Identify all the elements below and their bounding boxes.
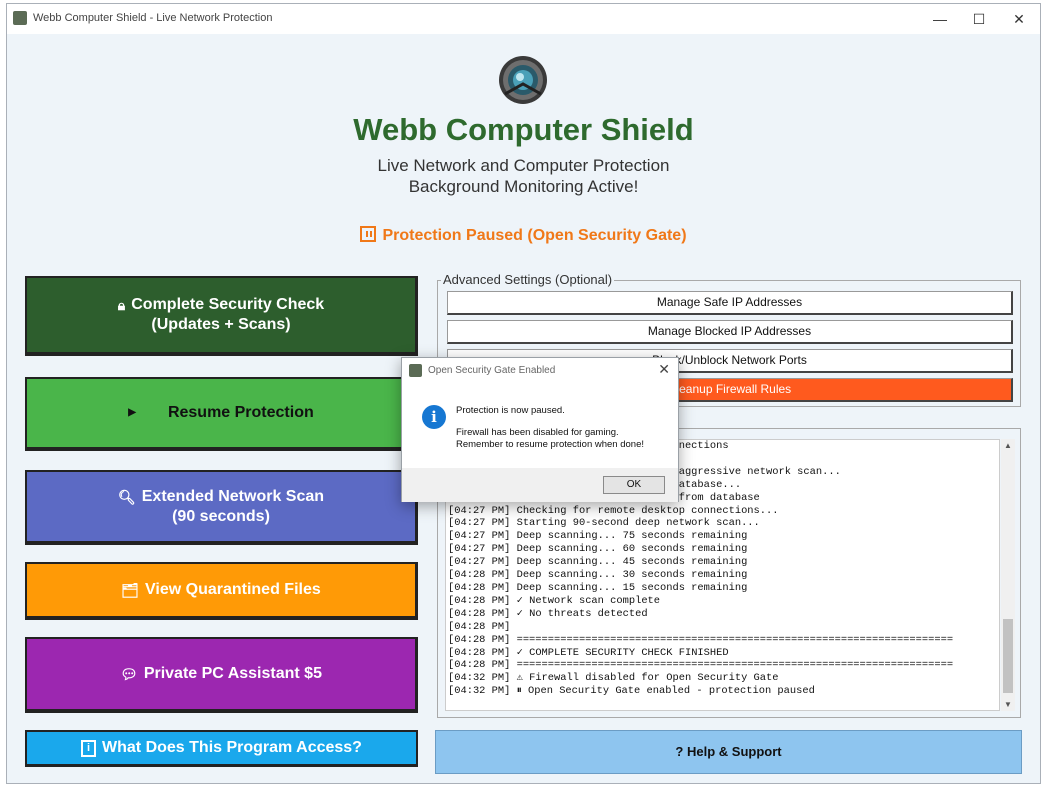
dialog-ok-button[interactable]: OK	[603, 476, 665, 494]
lock-icon: 🔒︎	[117, 297, 126, 313]
access-label: What Does This Program Access?	[102, 739, 362, 756]
log-line: [04:28 PM] Deep scanning... 15 seconds r…	[448, 581, 748, 594]
dialog-title-bar: Open Security Gate Enabled ✕	[402, 358, 678, 384]
log-line: [04:28 PM] ✓ Network scan complete	[448, 594, 661, 607]
chat-icon: 💬︎	[120, 666, 138, 682]
manage-blocked-ip-button[interactable]: Manage Blocked IP Addresses	[447, 320, 1013, 344]
dialog-message-3: Remember to resume protection when done!	[456, 439, 644, 450]
resume-protection-button[interactable]: ▶ Resume Protection	[25, 377, 418, 451]
security-gate-dialog: Open Security Gate Enabled ✕ i Protectio…	[401, 357, 679, 502]
log-line: [04:32 PM] ⚠ Firewall disabled for Open …	[448, 672, 779, 685]
extended-network-scan-button[interactable]: 🔍︎ Extended Network Scan (90 seconds)	[25, 470, 418, 545]
title-bar: Webb Computer Shield - Live Network Prot…	[7, 4, 1040, 34]
log-line: [04:28 PM] ✓ COMPLETE SECURITY CHECK FIN…	[448, 646, 729, 659]
magnifier-icon: 🔍︎	[117, 488, 136, 505]
quarantine-label: View Quarantined Files	[145, 581, 321, 598]
maximize-button[interactable]: ☐	[957, 6, 1001, 32]
private-pc-assistant-button[interactable]: 💬︎ Private PC Assistant $5	[25, 637, 418, 713]
info-icon: i	[81, 740, 97, 757]
help-support-button[interactable]: ? Help & Support	[435, 730, 1022, 774]
log-line: [04:27 PM] Checking for remote desktop c…	[448, 504, 779, 517]
dialog-app-icon	[409, 364, 422, 377]
subtitle-line-2: Background Monitoring Active!	[408, 177, 639, 196]
log-line: [04:27 PM] Deep scanning... 75 seconds r…	[448, 530, 748, 543]
app-title: Webb Computer Shield	[353, 112, 694, 147]
complete-security-check-button[interactable]: 🔒︎ Complete Security Check (Updates + Sca…	[25, 276, 418, 356]
extended-label-2: (90 seconds)	[172, 507, 270, 525]
window-title: Webb Computer Shield - Live Network Prot…	[33, 12, 273, 24]
information-icon: i	[422, 405, 446, 429]
log-line: [04:28 PM]	[448, 620, 511, 633]
files-icon: 🗂︎	[121, 582, 139, 598]
advanced-settings-label: Advanced Settings (Optional)	[441, 272, 615, 287]
help-label: Help & Support	[686, 744, 782, 759]
manage-safe-ip-button[interactable]: Manage Safe IP Addresses	[447, 291, 1013, 315]
log-line: [04:28 PM] =============================…	[448, 659, 954, 672]
log-line: [04:28 PM] =============================…	[448, 633, 954, 646]
extended-label-1: Extended Network Scan	[141, 487, 325, 505]
security-check-label-1: Complete Security Check	[131, 296, 325, 313]
view-quarantined-files-button[interactable]: 🗂︎ View Quarantined Files	[25, 562, 418, 620]
log-line: [04:27 PM] Starting 90-second deep netwo…	[448, 517, 760, 530]
dialog-title: Open Security Gate Enabled	[428, 365, 556, 376]
dialog-message-2: Firewall has been disabled for gaming.	[456, 427, 619, 438]
program-access-button[interactable]: i What Does This Program Access?	[25, 730, 418, 767]
pause-icon	[360, 226, 377, 242]
dialog-body: i Protection is now paused. Firewall has…	[402, 384, 678, 468]
scroll-down-icon[interactable]: ▼	[1001, 700, 1015, 709]
dialog-footer: OK	[402, 468, 678, 502]
app-icon	[13, 11, 27, 25]
log-scrollbar[interactable]: ▲ ▼	[1001, 439, 1015, 711]
assistant-label: Private PC Assistant $5	[143, 665, 322, 682]
log-line: [04:27 PM] Deep scanning... 60 seconds r…	[448, 543, 748, 556]
log-line: [04:28 PM] ✓ No threats detected	[448, 607, 648, 620]
log-line: [04:27 PM] Deep scanning... 45 seconds r…	[448, 556, 748, 569]
shield-logo-icon	[499, 56, 547, 104]
dialog-message-1: Protection is now paused.	[456, 405, 565, 416]
dialog-close-icon[interactable]: ✕	[658, 361, 670, 378]
status-text: Protection Paused (Open Security Gate)	[382, 227, 687, 244]
security-check-label-2: (Updates + Scans)	[151, 316, 291, 333]
subtitle-line-1: Live Network and Computer Protection	[377, 156, 670, 175]
log-line: [04:32 PM] ⏸ Open Security Gate enabled …	[448, 685, 815, 698]
question-icon: ?	[675, 744, 684, 759]
protection-status: Protection Paused (Open Security Gate)	[7, 226, 1040, 245]
scroll-up-icon[interactable]: ▲	[1001, 441, 1015, 450]
play-icon: ▶	[128, 407, 136, 418]
log-line: [04:28 PM] Deep scanning... 30 seconds r…	[448, 569, 748, 582]
scroll-thumb[interactable]	[1003, 619, 1013, 693]
resume-label: Resume Protection	[167, 404, 314, 421]
minimize-button[interactable]: —	[918, 6, 962, 32]
close-button[interactable]: ✕	[997, 6, 1040, 32]
